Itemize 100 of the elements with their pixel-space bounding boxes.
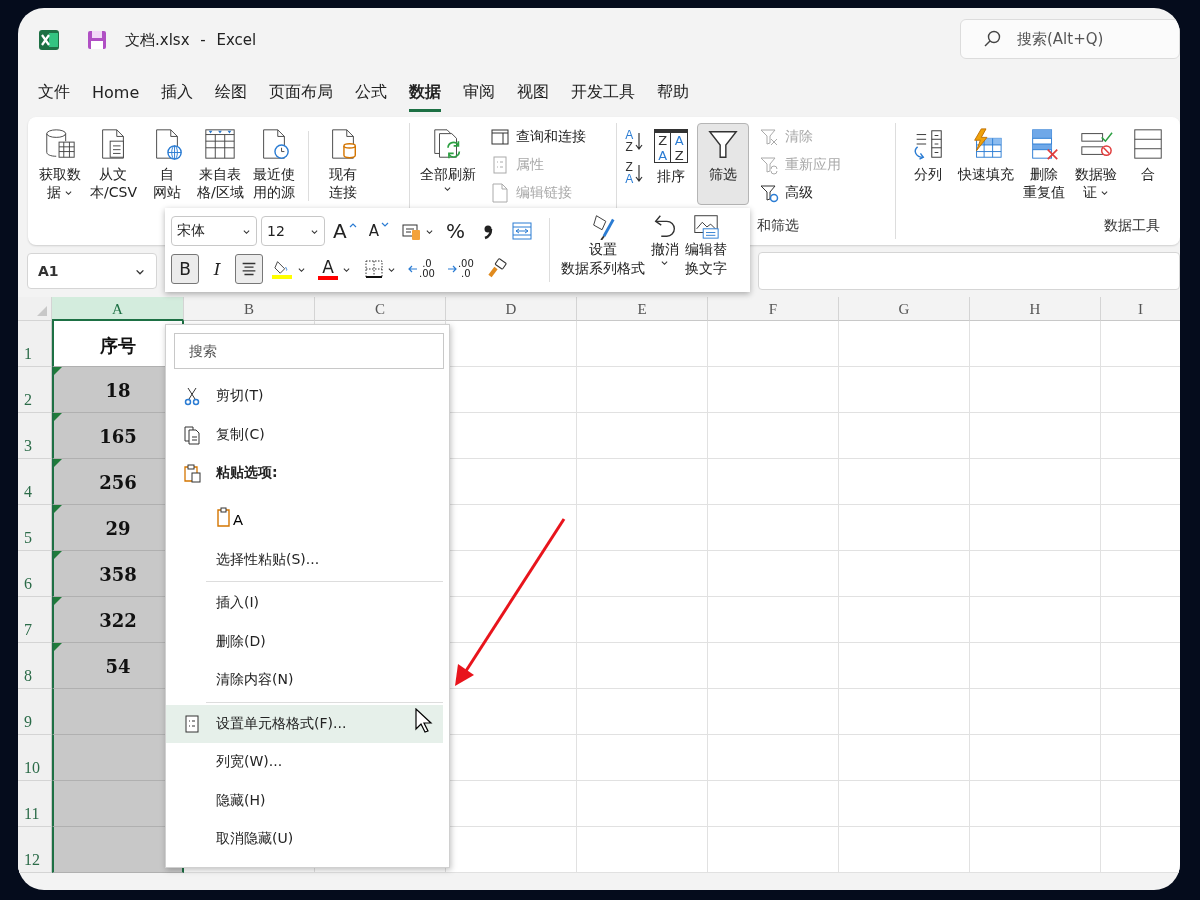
row-header[interactable]: 7 — [18, 597, 52, 643]
increase-decimal-button[interactable]: .0 .00 — [404, 254, 439, 284]
menu-tab[interactable]: 审阅 — [463, 76, 496, 112]
ribbon-button[interactable]: 合 — [1122, 123, 1174, 187]
ribbon-button[interactable]: 删除 重复值 — [1018, 123, 1070, 205]
funnel-clear-icon — [759, 127, 780, 147]
column-header[interactable]: I — [1101, 297, 1180, 321]
corner-triangle-icon — [36, 305, 48, 317]
column-header[interactable]: F — [708, 297, 839, 321]
excel-logo-icon — [38, 29, 60, 51]
caret-icon — [424, 227, 434, 235]
picture-text-icon — [691, 212, 720, 240]
funnel-gear-icon — [759, 183, 780, 203]
center-align-button[interactable] — [235, 254, 263, 284]
paste-option-button[interactable]: A — [214, 503, 245, 530]
percent-button[interactable]: % — [441, 216, 469, 246]
column-header[interactable]: D — [446, 297, 577, 321]
sort-button[interactable]: Z A — [623, 161, 646, 185]
sort-button[interactable]: A Z — [623, 129, 646, 153]
ribbon-button[interactable]: 高级 — [755, 179, 846, 207]
menu-item[interactable]: 设置单元格格式(F)... — [166, 704, 443, 743]
row-header[interactable]: 1 — [18, 321, 52, 367]
caret-icon — [242, 227, 251, 235]
menu-tab[interactable]: Home — [92, 77, 140, 111]
bold-button[interactable]: B — [171, 254, 199, 284]
column-header[interactable]: A — [52, 297, 184, 321]
row-header[interactable]: 3 — [18, 413, 52, 459]
grow-font-button[interactable]: A — [329, 216, 361, 246]
borders-icon — [363, 258, 385, 280]
down-arrow-icon — [635, 131, 644, 151]
mouse-pointer-icon — [415, 708, 433, 734]
ribbon-button[interactable]: 现有 连接 — [316, 123, 369, 205]
panel-icon — [489, 127, 510, 147]
menu-item[interactable]: 隐藏(H) — [166, 781, 443, 820]
shrink-font-button[interactable]: A — [364, 216, 393, 246]
row-header[interactable]: 2 — [18, 367, 52, 413]
row-header[interactable]: 6 — [18, 551, 52, 597]
row-header[interactable]: 11 — [18, 781, 52, 827]
down-arrow-icon — [635, 163, 644, 183]
row-header[interactable]: 4 — [18, 459, 52, 505]
ribbon-button[interactable]: 自 网站 — [140, 123, 193, 205]
down-caret-icon — [380, 222, 389, 228]
toolbar-button[interactable]: 编辑替 换文字 — [681, 212, 730, 288]
menu-tab[interactable]: 开发工具 — [571, 76, 636, 112]
menu-tab[interactable]: 帮助 — [657, 76, 690, 112]
menu-item[interactable]: 取消隐藏(U) — [166, 820, 443, 859]
menu-tab[interactable]: 绘图 — [215, 76, 248, 112]
database-table-icon — [43, 127, 77, 161]
italic-button[interactable]: I — [203, 254, 231, 284]
clipboard-icon — [216, 505, 232, 528]
column-header[interactable]: B — [184, 297, 315, 321]
toolbar-button[interactable]: 设置 数据系列格式 — [557, 212, 648, 288]
menu-tab[interactable]: 视图 — [517, 76, 550, 112]
caret-icon — [387, 265, 396, 273]
group-label: 和筛选 — [757, 217, 800, 235]
ribbon-button[interactable]: 快速填充 — [954, 123, 1018, 187]
column-header[interactable]: H — [970, 297, 1101, 321]
row-header[interactable]: 12 — [18, 827, 52, 873]
name-box[interactable]: A1 — [27, 253, 157, 289]
row-header[interactable]: 8 — [18, 643, 52, 689]
document-icon — [489, 183, 510, 203]
ribbon-button[interactable]: 数据验 证 — [1070, 123, 1122, 205]
arrow-icon — [408, 265, 418, 273]
ribbon-button[interactable]: 分列 — [902, 123, 954, 187]
font-color-button[interactable]: A — [314, 254, 355, 284]
funnel-refresh-icon — [759, 155, 780, 175]
sort-icon: Z A A Z — [654, 129, 689, 163]
ribbon-button[interactable]: 全部刷新 — [415, 123, 480, 196]
ribbon-button[interactable]: 获取数 据 — [34, 123, 86, 205]
ribbon-button[interactable]: 来自表 格/区域 — [192, 123, 248, 205]
toolbar-button[interactable]: 撤消 — [647, 212, 682, 288]
ribbon-button[interactable]: 筛选 — [697, 123, 750, 205]
save-icon[interactable] — [86, 29, 108, 51]
ribbon-button[interactable]: 查询和连接 — [485, 123, 590, 151]
up-caret-icon — [348, 222, 357, 228]
row-header[interactable]: 5 — [18, 505, 52, 551]
column-header[interactable]: C — [315, 297, 446, 321]
menu-tab[interactable]: 数据 — [409, 76, 442, 112]
ribbon-button[interactable]: 从文 本/CSV — [86, 123, 141, 205]
search-field[interactable]: 搜索(Alt+Q) — [960, 19, 1180, 59]
ribbon-button[interactable]: 最近使 用的源 — [247, 123, 300, 205]
menu-tab[interactable]: 文件 — [38, 76, 70, 112]
column-header[interactable]: E — [577, 297, 708, 321]
row-header[interactable]: 10 — [18, 735, 52, 781]
scissors-icon — [182, 386, 202, 407]
ribbon-button[interactable]: Z A A Z 排序 — [645, 123, 698, 189]
caret-icon — [342, 265, 351, 273]
menu-tab[interactable]: 页面布局 — [269, 76, 334, 112]
caret-icon — [297, 265, 306, 273]
clipboard-icon — [182, 463, 202, 484]
wrap-text-icon[interactable] — [510, 220, 533, 242]
row-header[interactable]: 9 — [18, 689, 52, 735]
font-dropdown[interactable]: 宋体 — [171, 216, 257, 246]
menu-item[interactable]: 列宽(W)... — [166, 743, 443, 782]
menu-tab[interactable]: 公式 — [355, 76, 388, 112]
font-size-dropdown[interactable]: 12 — [261, 216, 325, 246]
menu-tab[interactable]: 插入 — [161, 76, 194, 112]
decrease-decimal-button[interactable]: .00 .0 — [442, 254, 478, 284]
search-field[interactable]: 搜索 — [174, 333, 444, 369]
column-header[interactable]: G — [839, 297, 970, 321]
